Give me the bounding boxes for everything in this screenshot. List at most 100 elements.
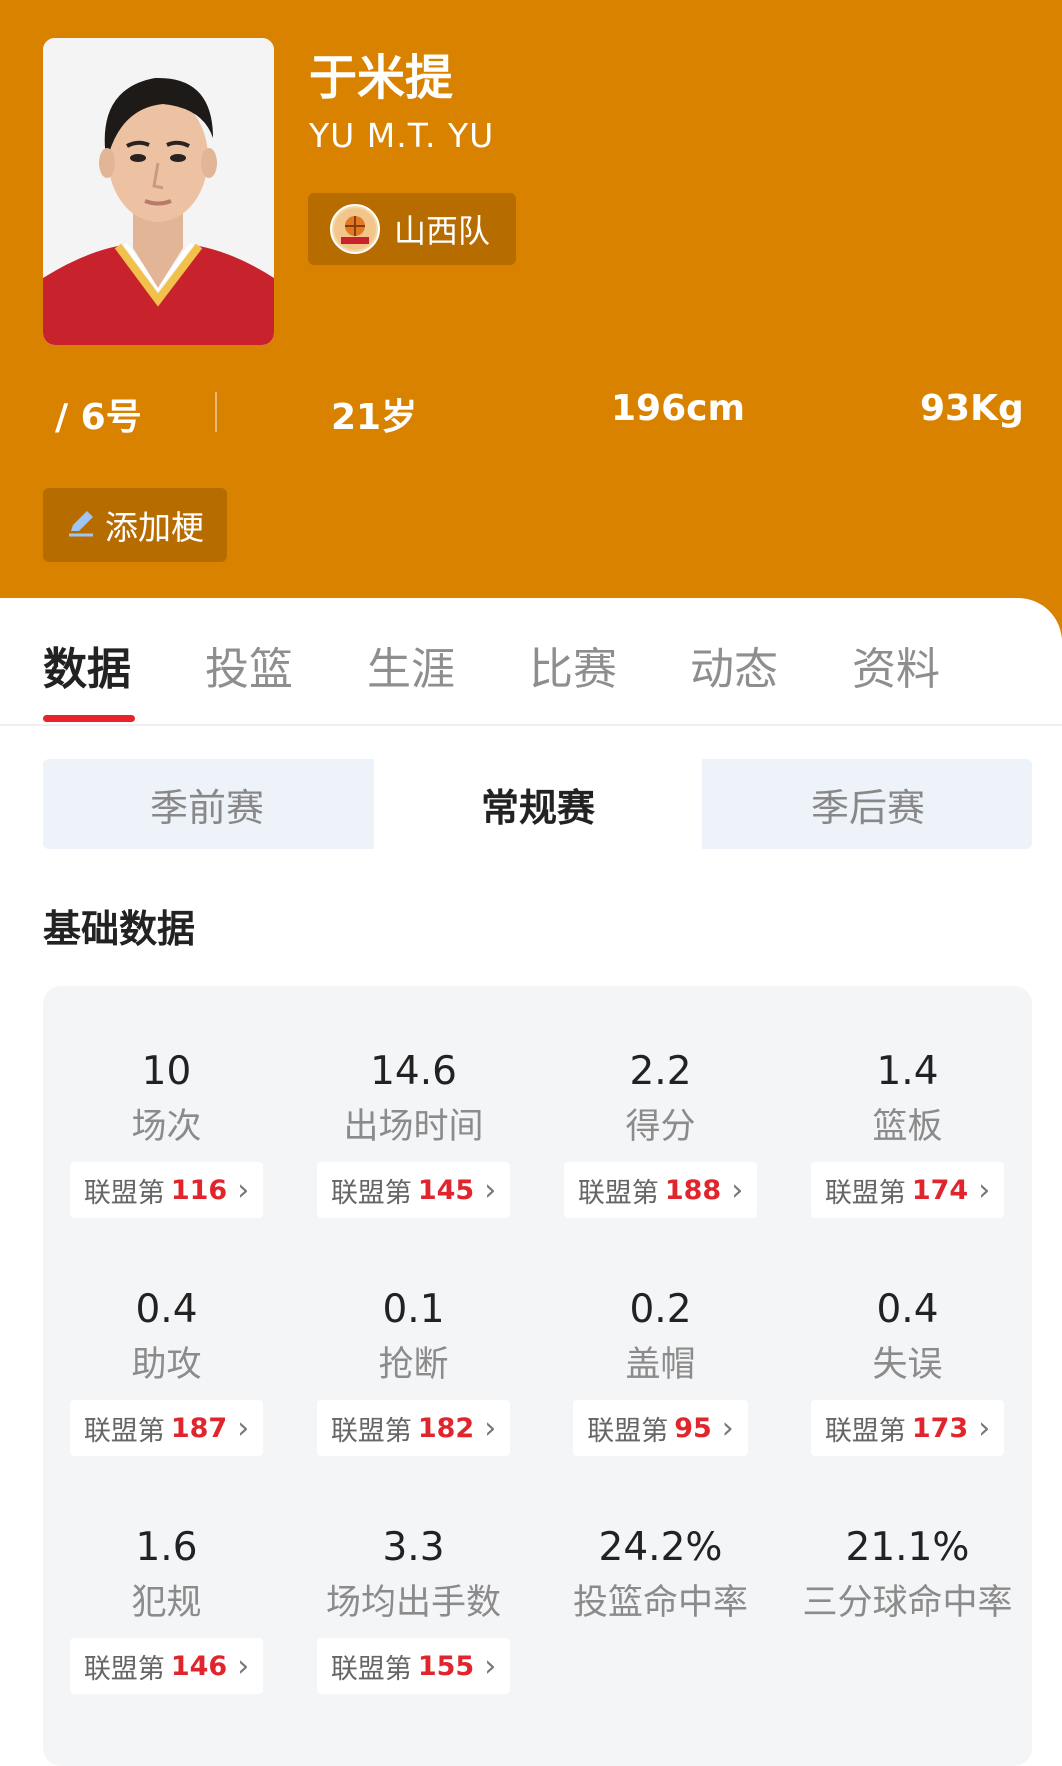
rank-number: 95	[674, 1412, 712, 1444]
rank-prefix: 联盟第	[587, 1415, 669, 1447]
stat-value: 14.6	[370, 1049, 457, 1094]
stat-points: 2.2 得分 联盟第 188 ›	[537, 1046, 784, 1218]
rank-number: 146	[170, 1650, 228, 1682]
stat-assists: 0.4 助攻 联盟第 187 ›	[43, 1284, 290, 1456]
stat-blocks: 0.2 盖帽 联盟第 95 ›	[537, 1284, 784, 1456]
team-logo-icon	[330, 204, 380, 254]
rank-number: 187	[170, 1412, 228, 1444]
stat-label: 投篮命中率	[572, 1583, 748, 1623]
player-weight: 93Kg	[920, 388, 1024, 429]
league-rank-button[interactable]: 联盟第 182 ›	[316, 1400, 511, 1456]
player-number: / 6号	[55, 397, 142, 438]
tab-shooting[interactable]: 投篮	[205, 633, 293, 697]
rank-number: 182	[417, 1412, 475, 1444]
stat-label: 盖帽	[625, 1345, 696, 1385]
league-rank-button[interactable]: 联盟第 173 ›	[810, 1400, 1005, 1456]
basic-stats-card: 10 场次 联盟第 116 › 14.6 出场时间 联盟第 145 › 2.2 得分 联…	[43, 986, 1032, 1766]
league-rank-button[interactable]: 联盟第 95 ›	[573, 1400, 748, 1456]
stat-label: 篮板	[872, 1107, 943, 1147]
stat-value: 0.1	[382, 1287, 445, 1332]
tab-games[interactable]: 比赛	[529, 633, 617, 697]
tab-bar: 数据 投篮 生涯 比赛 动态 资料	[0, 598, 1062, 726]
rank-prefix: 联盟第	[330, 1653, 412, 1685]
stat-value: 0.2	[629, 1287, 692, 1332]
segment-playoffs[interactable]: 季后赛	[704, 759, 1032, 849]
rank-number: 145	[417, 1174, 475, 1206]
stat-label: 场均出手数	[325, 1583, 501, 1623]
tab-data[interactable]: 数据	[43, 633, 131, 697]
player-height: 196cm	[611, 388, 745, 429]
stat-steals: 0.1 抢断 联盟第 182 ›	[290, 1284, 537, 1456]
chevron-right-icon: ›	[237, 1410, 250, 1446]
chevron-right-icon: ›	[237, 1172, 250, 1208]
rank-number: 173	[911, 1412, 969, 1444]
stat-field-goal-percentage: 24.2% 投篮命中率	[537, 1522, 784, 1628]
stat-label: 助攻	[131, 1345, 202, 1385]
rank-prefix: 联盟第	[330, 1177, 412, 1209]
league-rank-button[interactable]: 联盟第 187 ›	[69, 1400, 264, 1456]
player-portrait-image	[43, 38, 274, 345]
chevron-right-icon: ›	[484, 1172, 497, 1208]
pencil-icon	[65, 507, 97, 543]
active-tab-indicator	[43, 715, 135, 722]
stat-value: 1.6	[135, 1525, 198, 1570]
league-rank-button[interactable]: 联盟第 116 ›	[69, 1162, 264, 1218]
chevron-right-icon: ›	[237, 1648, 250, 1684]
chevron-right-icon: ›	[721, 1410, 734, 1446]
stat-turnovers: 0.4 失误 联盟第 173 ›	[784, 1284, 1031, 1456]
rank-prefix: 联盟第	[83, 1177, 165, 1209]
season-type-selector: 季前赛 常规赛 季后赛	[43, 759, 1032, 849]
league-rank-button[interactable]: 联盟第 146 ›	[69, 1638, 264, 1694]
tab-news[interactable]: 动态	[690, 633, 778, 697]
stat-value: 21.1%	[845, 1525, 970, 1570]
stat-value: 0.4	[876, 1287, 939, 1332]
rank-prefix: 联盟第	[824, 1177, 906, 1209]
chevron-right-icon: ›	[484, 1410, 497, 1446]
league-rank-button[interactable]: 联盟第 145 ›	[316, 1162, 511, 1218]
stat-games: 10 场次 联盟第 116 ›	[43, 1046, 290, 1218]
stat-field-goal-attempts: 3.3 场均出手数 联盟第 155 ›	[290, 1522, 537, 1694]
add-meme-label: 添加梗	[105, 508, 204, 547]
league-rank-button[interactable]: 联盟第 155 ›	[316, 1638, 511, 1694]
section-title: 基础数据	[43, 907, 196, 951]
player-header: 于米提 YU M.T. YU 山西队 / 6号 21岁 196cm 93Kg 添…	[0, 0, 1062, 640]
league-rank-button[interactable]: 联盟第 188 ›	[563, 1162, 758, 1218]
segment-preseason[interactable]: 季前赛	[43, 759, 371, 849]
stat-value: 1.4	[876, 1049, 939, 1094]
stat-minutes: 14.6 出场时间 联盟第 145 ›	[290, 1046, 537, 1218]
stat-value: 2.2	[629, 1049, 692, 1094]
vitals-divider	[215, 392, 217, 432]
player-photo	[43, 38, 274, 345]
rank-prefix: 联盟第	[83, 1415, 165, 1447]
stat-label: 犯规	[131, 1583, 202, 1623]
rank-prefix: 联盟第	[83, 1653, 165, 1685]
chevron-right-icon: ›	[978, 1410, 991, 1446]
rank-prefix: 联盟第	[330, 1415, 412, 1447]
add-meme-button[interactable]: 添加梗	[43, 488, 227, 562]
stat-label: 抢断	[378, 1345, 449, 1385]
team-badge[interactable]: 山西队	[308, 193, 516, 265]
rank-number: 155	[417, 1650, 475, 1682]
stat-label: 出场时间	[343, 1107, 484, 1147]
content-sheet: 数据 投篮 生涯 比赛 动态 资料 季前赛 常规赛 季后赛 基础数据 10 场次…	[0, 598, 1062, 1766]
player-age: 21岁	[331, 397, 418, 438]
player-english-name: YU M.T. YU	[309, 116, 495, 155]
segment-regular-season[interactable]: 常规赛	[374, 759, 702, 849]
rank-number: 174	[911, 1174, 969, 1206]
rank-number: 188	[664, 1174, 722, 1206]
stat-label: 失误	[872, 1345, 943, 1385]
stat-value: 10	[141, 1049, 192, 1094]
rank-prefix: 联盟第	[577, 1177, 659, 1209]
chevron-right-icon: ›	[484, 1648, 497, 1684]
stat-label: 三分球命中率	[802, 1583, 1013, 1623]
chevron-right-icon: ›	[731, 1172, 744, 1208]
tab-career[interactable]: 生涯	[367, 633, 455, 697]
stat-label: 场次	[131, 1107, 202, 1147]
chevron-right-icon: ›	[978, 1172, 991, 1208]
tab-profile[interactable]: 资料	[852, 633, 940, 697]
stat-value: 24.2%	[598, 1525, 723, 1570]
rank-prefix: 联盟第	[824, 1415, 906, 1447]
stat-fouls: 1.6 犯规 联盟第 146 ›	[43, 1522, 290, 1694]
stat-rebounds: 1.4 篮板 联盟第 174 ›	[784, 1046, 1031, 1218]
league-rank-button[interactable]: 联盟第 174 ›	[810, 1162, 1005, 1218]
